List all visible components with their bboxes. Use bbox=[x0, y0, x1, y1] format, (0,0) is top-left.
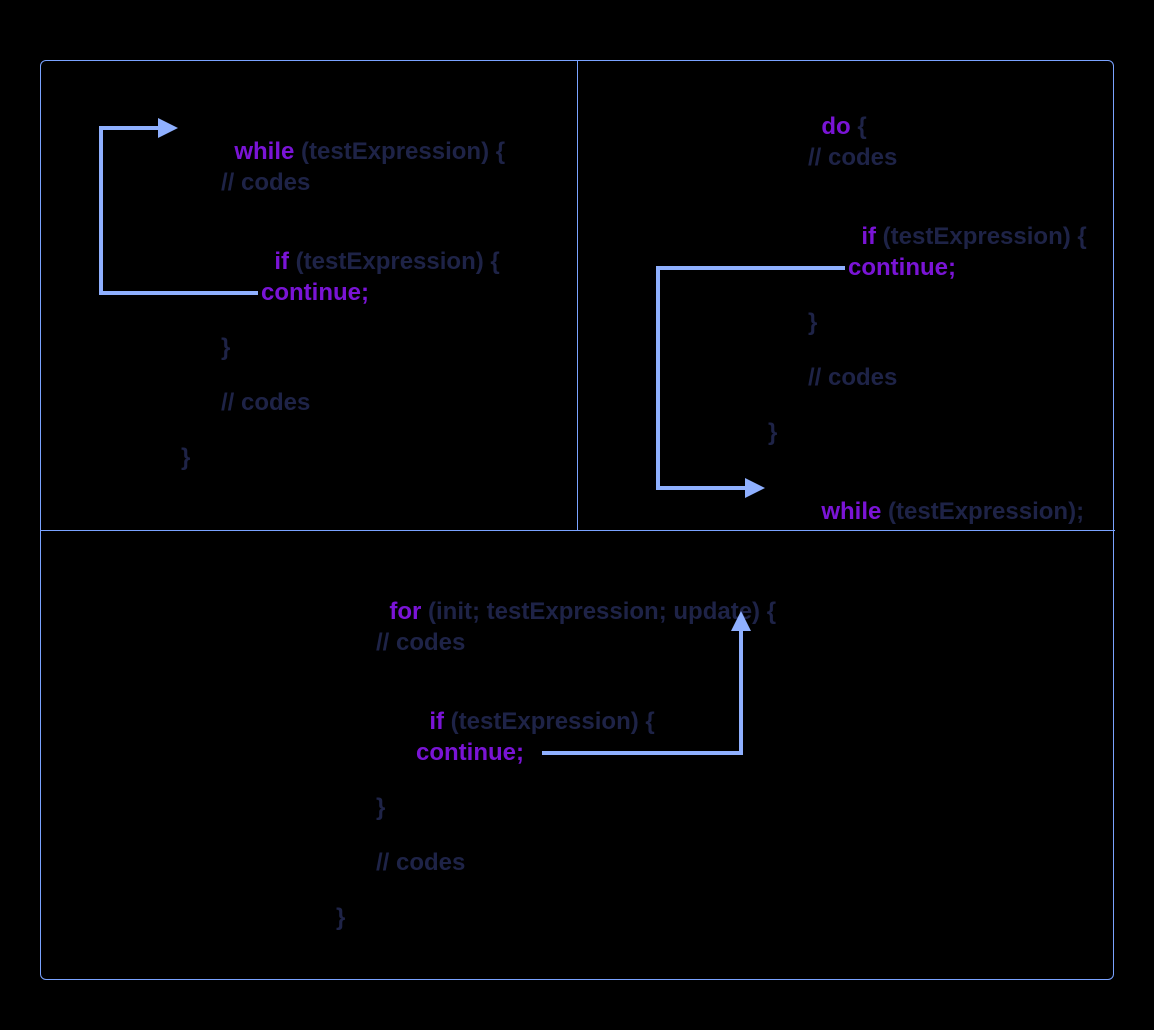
keyword-while: while bbox=[234, 138, 294, 165]
code-comment: // codes bbox=[808, 146, 897, 170]
keyword-if: if bbox=[274, 248, 289, 275]
code-text: (init; testExpression; update) { bbox=[421, 598, 776, 625]
code-text: (testExpression) { bbox=[444, 708, 655, 735]
code-comment: // codes bbox=[376, 851, 465, 875]
code-brace: } bbox=[336, 906, 345, 930]
code-comment: // codes bbox=[808, 366, 897, 390]
code-comment: // codes bbox=[376, 631, 465, 655]
keyword-for: for bbox=[389, 598, 421, 625]
code-text: (testExpression) { bbox=[876, 223, 1087, 250]
code-brace: } bbox=[221, 336, 230, 360]
keyword-if: if bbox=[861, 223, 876, 250]
keyword-continue: continue; bbox=[848, 256, 956, 280]
keyword-do: do bbox=[821, 113, 850, 140]
code-brace: } bbox=[808, 311, 817, 335]
keyword-while: while bbox=[821, 498, 881, 525]
code-text: (testExpression) { bbox=[289, 248, 500, 275]
code-text: { bbox=[851, 113, 867, 140]
keyword-continue: continue; bbox=[261, 281, 369, 305]
keyword-if: if bbox=[429, 708, 444, 735]
for-loop-panel: for (init; testExpression; update) { // … bbox=[41, 531, 1115, 981]
diagram-grid: while (testExpression) { // codes if (te… bbox=[40, 60, 1114, 980]
code-brace: } bbox=[768, 421, 777, 445]
while-loop-panel: while (testExpression) { // codes if (te… bbox=[41, 61, 578, 531]
code-brace: } bbox=[376, 796, 385, 820]
code-comment: // codes bbox=[221, 391, 310, 415]
code-text: (testExpression); bbox=[881, 498, 1084, 525]
do-while-loop-panel: do { // codes if (testExpression) { cont… bbox=[578, 61, 1115, 531]
code-comment: // codes bbox=[221, 171, 310, 195]
keyword-continue: continue; bbox=[416, 741, 524, 765]
code-text: (testExpression) { bbox=[294, 138, 505, 165]
code-brace: } bbox=[181, 446, 190, 470]
